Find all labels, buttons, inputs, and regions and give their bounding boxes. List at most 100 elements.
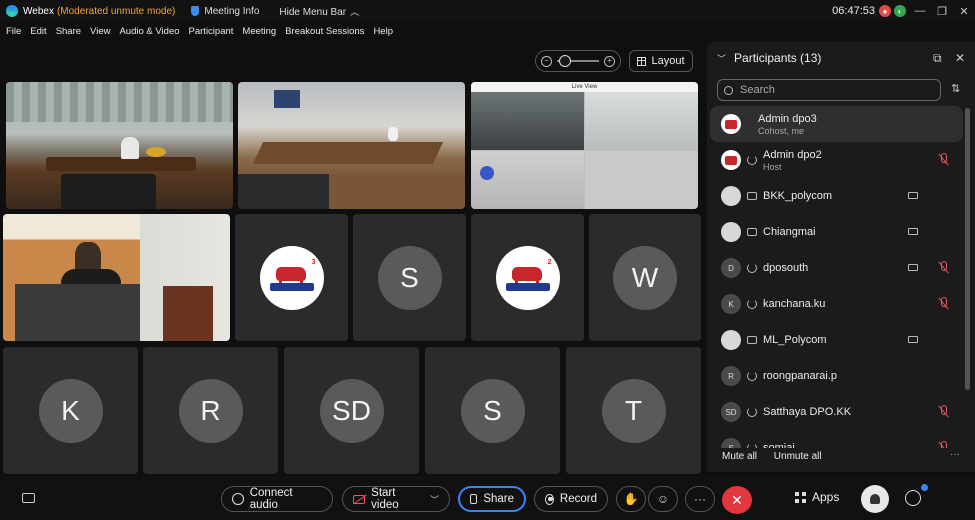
pop-out-icon[interactable]: ⧉ (933, 51, 942, 66)
participant-row[interactable]: Admin dpo2 Host (710, 142, 963, 178)
menu-share[interactable]: Share (56, 26, 81, 37)
webex-logo-icon (6, 5, 18, 17)
muted-mic-icon[interactable] (938, 153, 948, 167)
video-off-icon (353, 494, 366, 504)
unmute-all-button[interactable]: Unmute all (774, 451, 822, 462)
video-tile-room-2[interactable] (238, 82, 465, 209)
thai-denmark-logo-icon: 3 (259, 245, 324, 310)
avatar: S (721, 438, 741, 448)
menu-view[interactable]: View (90, 26, 110, 37)
apps-button[interactable]: Apps (795, 490, 839, 504)
participant-row[interactable]: Admin dpo3 Cohost, me (710, 106, 963, 142)
video-tile-live-view[interactable]: Live View (471, 82, 698, 209)
participant-row[interactable]: Chiangmai (710, 214, 963, 250)
participant-row[interactable]: R roongpanarai.p (710, 358, 963, 394)
video-tile-person[interactable] (3, 214, 230, 341)
start-video-button[interactable]: Start video ﹀ (342, 486, 450, 512)
closed-captions-icon[interactable] (22, 493, 35, 503)
participant-name: BKK_polycom (763, 190, 833, 202)
avatar (721, 114, 741, 134)
leave-meeting-button[interactable]: ✕ (722, 486, 752, 514)
mute-all-button[interactable]: Mute all (722, 451, 757, 462)
zoom-slider[interactable]: − + (535, 50, 621, 72)
connect-audio-button[interactable]: Connect audio (221, 486, 333, 512)
participant-row[interactable]: K kanchana.ku (710, 286, 963, 322)
menu-bar: File Edit Share View Audio & Video Parti… (0, 22, 975, 40)
shield-icon (191, 6, 200, 16)
device-icon (747, 228, 757, 236)
window-blinds (6, 82, 233, 122)
menu-meeting[interactable]: Meeting (242, 26, 276, 37)
muted-mic-icon[interactable] (938, 297, 948, 311)
video-tile-avatar-k[interactable]: K (3, 347, 138, 474)
video-tile-avatar-t[interactable]: T (566, 347, 701, 474)
camera-icon[interactable] (908, 192, 918, 199)
menu-audio-video[interactable]: Audio & Video (119, 26, 179, 37)
video-tile-logo-2[interactable]: 2 (471, 214, 584, 341)
avatar (721, 186, 741, 206)
menu-participant[interactable]: Participant (189, 26, 234, 37)
zoom-track[interactable] (557, 55, 599, 67)
more-options-icon[interactable]: ··· (950, 449, 960, 460)
close-icon: ✕ (731, 491, 743, 508)
reactions-icon: ☺ (656, 492, 670, 506)
more-button[interactable]: ··· (685, 486, 715, 512)
minimize-icon[interactable]: — (909, 5, 931, 17)
participant-scrollbar[interactable] (965, 108, 970, 390)
menu-breakout-sessions[interactable]: Breakout Sessions (285, 26, 364, 37)
muted-mic-icon[interactable] (938, 261, 948, 275)
close-panel-icon[interactable]: ✕ (955, 51, 965, 65)
video-tile-avatar-s[interactable]: S (353, 214, 466, 341)
participant-row[interactable]: D dposouth (710, 250, 963, 286)
raise-hand-button[interactable]: ✋ (616, 486, 646, 512)
video-tile-avatar-w[interactable]: W (589, 214, 701, 341)
status-indicator-icon: ◐ (894, 5, 906, 17)
share-button[interactable]: Share (458, 486, 526, 512)
avatar (721, 150, 741, 170)
layout-button[interactable]: Layout (629, 50, 693, 72)
menu-help[interactable]: Help (373, 26, 393, 37)
avatar: R (178, 378, 243, 443)
video-tile-logo-1[interactable]: 3 (235, 214, 348, 341)
participants-button[interactable] (861, 485, 889, 513)
thai-denmark-logo-icon: 2 (495, 245, 560, 310)
close-icon[interactable]: ✕ (953, 5, 975, 18)
participant-row[interactable]: S somjai (710, 430, 963, 448)
record-button[interactable]: Record (534, 486, 608, 512)
participants-header[interactable]: ﹀ Participants (13) (717, 51, 821, 65)
restore-icon[interactable]: ❐ (931, 5, 953, 18)
video-tile-avatar-r[interactable]: R (143, 347, 278, 474)
layout-label: Layout (651, 55, 685, 67)
chevron-down-icon[interactable]: ﹀ (430, 493, 439, 506)
zoom-in-icon[interactable]: + (604, 55, 615, 67)
meeting-controls: Connect audio Start video ﹀ Share Record… (0, 476, 975, 520)
zoom-out-icon[interactable]: − (541, 55, 552, 67)
raise-hand-icon: ✋ (623, 492, 639, 506)
participant-search-input[interactable]: Search (717, 79, 941, 101)
muted-mic-icon[interactable] (938, 405, 948, 419)
menu-edit[interactable]: Edit (30, 26, 46, 37)
menu-file[interactable]: File (6, 26, 21, 37)
title-bar: Webex (Moderated unmute mode) Meeting In… (0, 0, 975, 22)
participant-row[interactable]: BKK_polycom (710, 178, 963, 214)
chat-icon[interactable] (905, 490, 921, 506)
participant-list: Admin dpo3 Cohost, me Admin dpo2 Host BK… (710, 106, 963, 448)
zoom-thumb[interactable] (559, 55, 571, 67)
participant-row[interactable]: SD Satthaya DPO.KK (710, 394, 963, 430)
reactions-button[interactable]: ☺ (648, 486, 678, 512)
camera-icon[interactable] (908, 264, 918, 271)
chevron-down-icon[interactable]: ﹀ (717, 52, 726, 65)
video-tile-avatar-s2[interactable]: S (425, 347, 560, 474)
meeting-info-button[interactable]: Meeting Info (191, 6, 259, 17)
participant-name: Admin dpo2 (763, 148, 822, 161)
muted-mic-icon[interactable] (938, 441, 948, 448)
sort-icon[interactable]: ⇅ (951, 82, 960, 95)
video-tile-room-1[interactable] (6, 82, 233, 209)
participant-row[interactable]: ML_Polycom (710, 322, 963, 358)
layout-icon (637, 56, 647, 66)
hide-menu-bar-button[interactable]: Hide Menu Bar ︿ (279, 5, 359, 18)
participant-name: Satthaya DPO.KK (763, 406, 852, 418)
camera-icon[interactable] (908, 228, 918, 235)
camera-icon[interactable] (908, 336, 918, 343)
video-tile-avatar-sd[interactable]: SD (284, 347, 419, 474)
